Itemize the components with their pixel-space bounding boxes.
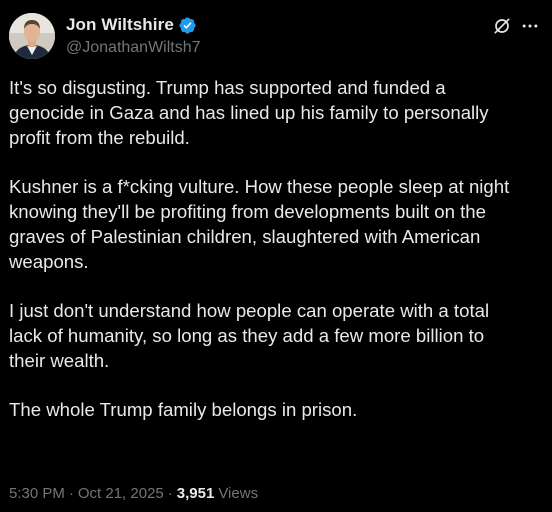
- post: Jon Wiltshire @JonathanWiltsh7 It's so d…: [0, 0, 552, 512]
- post-meta: 5:30 PM · Oct 21, 2025 · 3,951 Views: [9, 485, 258, 502]
- avatar-image: [9, 13, 55, 59]
- display-name[interactable]: Jon Wiltshire: [66, 15, 174, 35]
- avatar[interactable]: [9, 13, 55, 59]
- views-count[interactable]: 3,951: [177, 485, 215, 502]
- meta-separator-2: ·: [167, 485, 173, 502]
- views-label: Views: [218, 485, 259, 502]
- post-date[interactable]: Oct 21, 2025: [78, 485, 164, 502]
- post-paragraph-1: It's so disgusting. Trump has supported …: [9, 77, 489, 148]
- name-row: Jon Wiltshire: [66, 14, 201, 36]
- post-paragraph-3: I just don't understand how people can o…: [9, 300, 490, 371]
- post-time[interactable]: 5:30 PM: [9, 485, 65, 502]
- top-actions: [492, 16, 540, 36]
- post-paragraph-2: Kushner is a f*cking vulture. How these …: [9, 176, 510, 272]
- more-options-icon[interactable]: [520, 16, 540, 36]
- meta-separator-1: ·: [68, 485, 74, 502]
- post-paragraph-4: The whole Trump family belongs in prison…: [9, 399, 358, 421]
- verified-badge-icon[interactable]: [178, 16, 197, 35]
- handle[interactable]: @JonathanWiltsh7: [66, 39, 201, 57]
- author-block: Jon Wiltshire @JonathanWiltsh7: [66, 14, 201, 57]
- post-text: It's so disgusting. Trump has supported …: [9, 76, 541, 448]
- grok-icon[interactable]: [492, 16, 512, 36]
